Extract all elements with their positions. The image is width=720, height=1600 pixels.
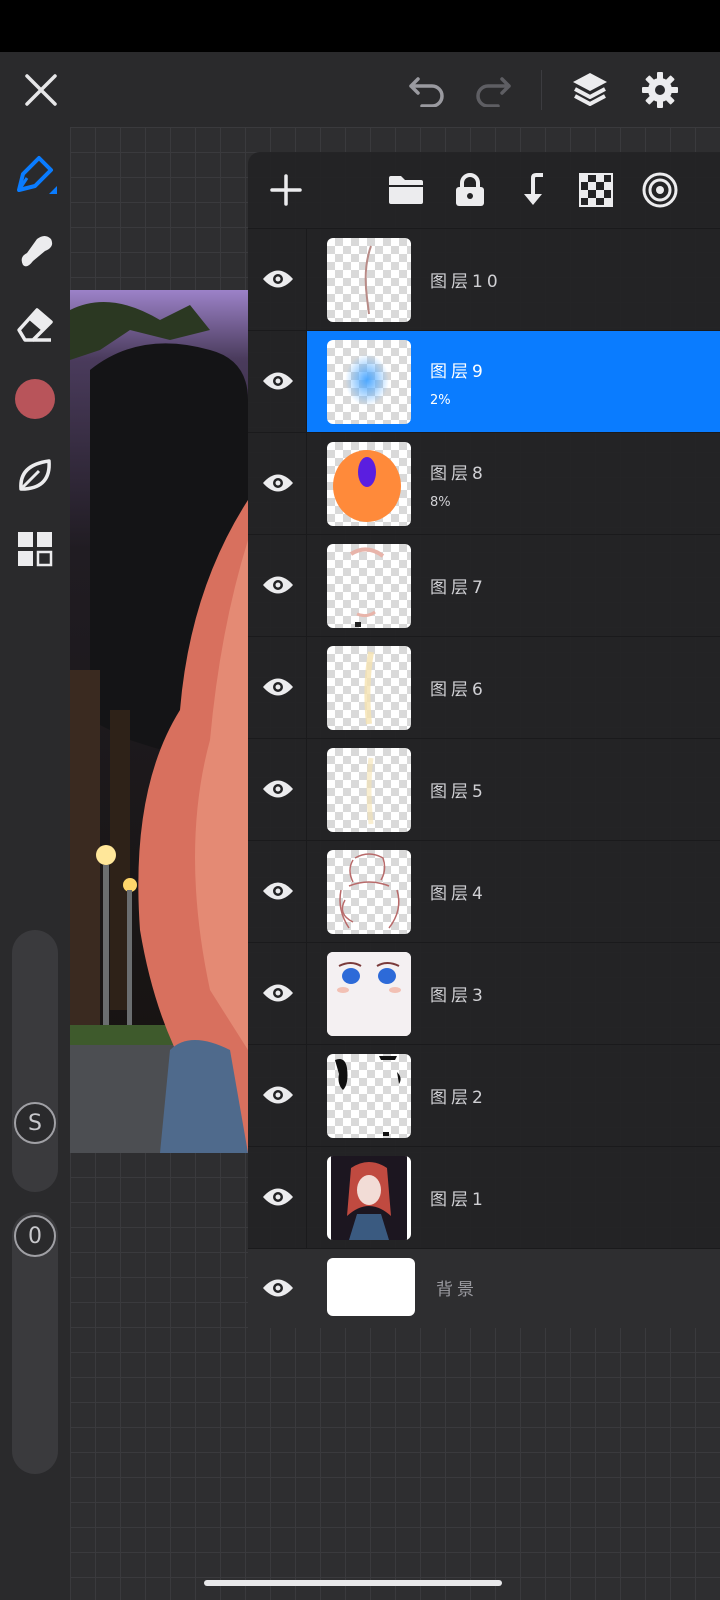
layer-name: 背景 xyxy=(436,1280,478,1300)
layer-row-selected[interactable]: 图层9 2% xyxy=(248,330,720,433)
eye-icon[interactable] xyxy=(258,871,298,911)
eye-icon[interactable] xyxy=(258,1268,298,1308)
row-divider xyxy=(306,433,307,535)
color-swatch[interactable] xyxy=(11,375,59,423)
leaf-icon[interactable] xyxy=(11,451,59,499)
close-icon[interactable] xyxy=(17,66,65,114)
merge-down-icon[interactable] xyxy=(510,166,558,214)
pen-icon[interactable] xyxy=(11,152,59,200)
layer-thumbnail xyxy=(327,1156,411,1240)
home-indicator[interactable] xyxy=(204,1580,502,1586)
layer-name: 图层9 xyxy=(430,362,487,382)
layer-row[interactable]: 图层7 xyxy=(248,534,720,637)
lock-icon[interactable] xyxy=(446,166,494,214)
row-divider xyxy=(306,637,307,739)
layers-icon[interactable] xyxy=(566,66,614,114)
layer-row[interactable]: 图层8 8% xyxy=(248,432,720,535)
eye-icon[interactable] xyxy=(258,973,298,1013)
layer-thumbnail xyxy=(327,1054,411,1138)
layer-opacity: 2% xyxy=(430,393,451,408)
eye-icon[interactable] xyxy=(258,1177,298,1217)
eye-icon[interactable] xyxy=(258,667,298,707)
layer-thumbnail xyxy=(327,850,411,934)
layer-thumbnail xyxy=(327,442,411,526)
eye-icon[interactable] xyxy=(258,1075,298,1115)
layer-thumbnail xyxy=(327,1258,415,1316)
brush-opacity-knob[interactable]: 0 xyxy=(14,1215,56,1257)
layer-name: 图层6 xyxy=(430,680,487,700)
layer-thumbnail xyxy=(327,646,411,730)
row-divider xyxy=(306,1147,307,1249)
brush-size-knob[interactable]: S xyxy=(14,1102,56,1144)
layer-row[interactable]: 图层10 xyxy=(248,228,720,331)
layer-row-background[interactable]: 背景 xyxy=(248,1248,720,1328)
canvas-artwork xyxy=(70,290,248,1153)
eye-icon[interactable] xyxy=(258,769,298,809)
checker-icon[interactable] xyxy=(572,166,620,214)
tool-sidebar: S 0 xyxy=(0,127,70,1600)
layer-name: 图层2 xyxy=(430,1088,487,1108)
layer-row[interactable]: 图层3 xyxy=(248,942,720,1045)
layer-name: 图层10 xyxy=(430,272,502,292)
row-divider xyxy=(306,535,307,637)
target-icon[interactable] xyxy=(636,166,684,214)
toolbar-divider xyxy=(541,70,542,110)
layer-name: 图层1 xyxy=(430,1190,487,1210)
layers-toolbar xyxy=(248,152,720,228)
top-toolbar xyxy=(0,52,720,127)
eye-icon[interactable] xyxy=(258,463,298,503)
layer-row[interactable]: 图层2 xyxy=(248,1044,720,1147)
layer-name: 图层7 xyxy=(430,578,487,598)
layer-row[interactable]: 图层1 xyxy=(248,1146,720,1249)
row-divider xyxy=(306,943,307,1045)
layer-row[interactable]: 图层4 xyxy=(248,840,720,943)
redo-icon[interactable] xyxy=(468,66,516,114)
brush-size-slider[interactable] xyxy=(12,930,58,1192)
layer-name: 图层4 xyxy=(430,884,487,904)
eye-icon[interactable] xyxy=(258,565,298,605)
add-icon[interactable] xyxy=(262,166,310,214)
smudge-icon[interactable] xyxy=(11,227,59,275)
row-divider xyxy=(306,229,307,331)
grid-icon[interactable] xyxy=(11,525,59,573)
row-divider xyxy=(306,1045,307,1147)
layer-name: 图层8 xyxy=(430,464,487,484)
layer-thumbnail xyxy=(327,238,411,322)
undo-icon[interactable] xyxy=(404,66,452,114)
eraser-icon[interactable] xyxy=(11,300,59,348)
status-bar xyxy=(0,0,720,52)
layer-row[interactable]: 图层5 xyxy=(248,738,720,841)
layers-panel: 图层10 图层9 2% 图层8 8% 图层7 图层6 图层5 图层4 图层3 图… xyxy=(248,152,720,1328)
layer-thumbnail xyxy=(327,340,411,424)
eye-icon[interactable] xyxy=(258,361,298,401)
folder-icon[interactable] xyxy=(382,166,430,214)
layer-name: 图层5 xyxy=(430,782,487,802)
layer-thumbnail xyxy=(327,952,411,1036)
row-divider xyxy=(306,841,307,943)
row-divider xyxy=(306,739,307,841)
layer-thumbnail xyxy=(327,748,411,832)
row-divider xyxy=(306,331,307,433)
layer-opacity: 8% xyxy=(430,495,451,510)
eye-icon[interactable] xyxy=(258,259,298,299)
layer-name: 图层3 xyxy=(430,986,487,1006)
layer-row[interactable]: 图层6 xyxy=(248,636,720,739)
gear-icon[interactable] xyxy=(636,66,684,114)
layer-thumbnail xyxy=(327,544,411,628)
